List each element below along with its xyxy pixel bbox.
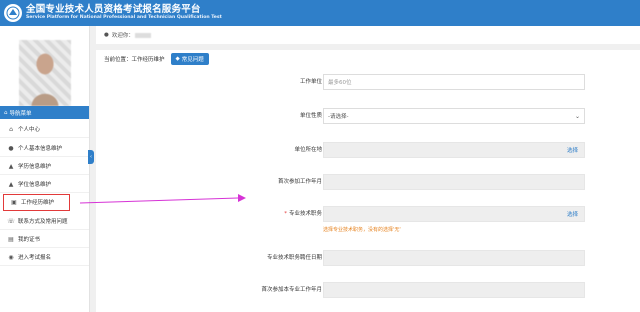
avatar [19, 40, 71, 106]
user-icon: ● [104, 32, 109, 38]
top-bar: ● 欢迎你： [96, 26, 640, 44]
certificate-icon: ▤ [8, 235, 14, 243]
home-icon: ⌂ [4, 109, 8, 116]
sidebar-item-certificates[interactable]: ▤ 我的证书 [0, 231, 89, 248]
home-icon: ⌂ [9, 125, 13, 133]
sidebar-collapse-button[interactable]: ‹ [88, 150, 94, 164]
employer-input[interactable]: 最多60位 [323, 74, 585, 90]
field-label: * 专业技术职务 [284, 211, 322, 217]
sidebar-item-label: 我的证书 [18, 237, 41, 243]
field-label: 单位所在地 [294, 147, 322, 153]
chevron-down-icon: ⌄ [574, 112, 580, 120]
sidebar-item-basic-info[interactable]: ● 个人基本信息维护 [0, 140, 89, 157]
first-specialty-date-input[interactable] [323, 282, 585, 298]
form-row-location: 单位所在地 选择 [96, 142, 640, 158]
field-label: 工作单位 [299, 79, 322, 85]
sidebar: ⌂ 导航菜单 ⌂ 个人中心 ● 个人基本信息维护 ▲ 学历信息维护 ▲ 学位信息… [0, 26, 90, 312]
sidebar-item-label: 进入考试报名 [18, 255, 52, 261]
sidebar-item-label: 学位信息维护 [18, 182, 52, 188]
chevron-left-icon: ‹ [90, 154, 92, 160]
phone-icon: ☏ [7, 217, 15, 225]
faq-button[interactable]: ◆ 常见问题 [170, 53, 209, 65]
welcome-text: 欢迎你： [111, 33, 134, 39]
sidebar-item-education[interactable]: ▲ 学历信息维护 [0, 158, 89, 175]
technical-title-hint: 选择专业技术职务，没有的选择'无' [323, 227, 401, 233]
form-row-first-work-date: 首次参加工作年月 [96, 174, 640, 190]
breadcrumb: 当前位置： 工作经历维护 ◆ 常见问题 [96, 50, 640, 68]
technical-title-picker[interactable]: 选择 [323, 206, 585, 222]
nav-menu-header: ⌂ 导航菜单 [0, 106, 89, 119]
app-title: 全国专业技术人员资格考试报名服务平台 [26, 3, 201, 15]
technical-title-select-link[interactable]: 选择 [567, 210, 578, 218]
location-picker[interactable]: 选择 [323, 142, 585, 158]
faq-button-label: 常见问题 [181, 57, 204, 63]
field-label: 首次参加工作年月 [277, 179, 322, 185]
sidebar-item-label: 工作经历维护 [21, 200, 55, 206]
field-label: 首次参加本专业工作年月 [261, 287, 322, 293]
form-row-employer: 工作单位 最多60位 [96, 74, 640, 90]
app-header: 全国专业技术人员资格考试报名服务平台 Service Platform for … [0, 0, 640, 26]
graduation-icon: ▲ [8, 162, 14, 170]
field-label: 专业技术职务聘任日期 [266, 255, 322, 261]
form-row-appointment-date: 专业技术职务聘任日期 [96, 250, 640, 266]
first-work-date-input[interactable] [323, 174, 585, 190]
org-type-value: -请选择- [328, 114, 349, 120]
employer-placeholder: 最多60位 [328, 80, 352, 86]
breadcrumb-prefix: 当前位置： [104, 57, 132, 63]
required-mark: * [284, 211, 287, 217]
sidebar-item-personal-center[interactable]: ⌂ 个人中心 [0, 121, 89, 138]
sidebar-item-work-history[interactable]: ▣ 工作经历维护 [3, 194, 70, 211]
annotation-arrow [79, 194, 246, 204]
field-label: 单位性质 [299, 113, 322, 119]
sidebar-item-label: 联系方式及常用问题 [18, 219, 68, 225]
sidebar-item-label: 个人中心 [18, 127, 41, 133]
sidebar-item-label: 个人基本信息维护 [18, 146, 63, 152]
sidebar-item-label: 学历信息维护 [18, 164, 52, 170]
sidebar-item-degree[interactable]: ▲ 学位信息维护 [0, 176, 89, 193]
info-icon: ◆ [175, 56, 180, 62]
org-type-select[interactable]: -请选择- ⌄ [323, 108, 585, 124]
form-row-org-type: 单位性质 -请选择- ⌄ [96, 108, 640, 124]
breadcrumb-page: 工作经历维护 [131, 57, 165, 63]
form-row-first-specialty-date: 首次参加本专业工作年月 [96, 282, 640, 298]
sidebar-item-contact[interactable]: ☏ 联系方式及常用问题 [0, 213, 89, 230]
username-blurred [134, 32, 151, 38]
sidebar-item-exam-registration[interactable]: ◉ 进入考试报名 [0, 249, 89, 266]
app-subtitle: Service Platform for National Profession… [26, 15, 222, 21]
appointment-date-input[interactable] [323, 250, 585, 266]
enter-icon: ◉ [8, 253, 14, 261]
emblem-icon [4, 4, 22, 22]
user-icon: ● [8, 144, 14, 152]
graduation-icon: ▲ [8, 180, 14, 188]
nav-menu-title: 导航菜单 [9, 110, 32, 117]
briefcase-icon: ▣ [11, 198, 17, 206]
location-select-link[interactable]: 选择 [567, 146, 578, 154]
